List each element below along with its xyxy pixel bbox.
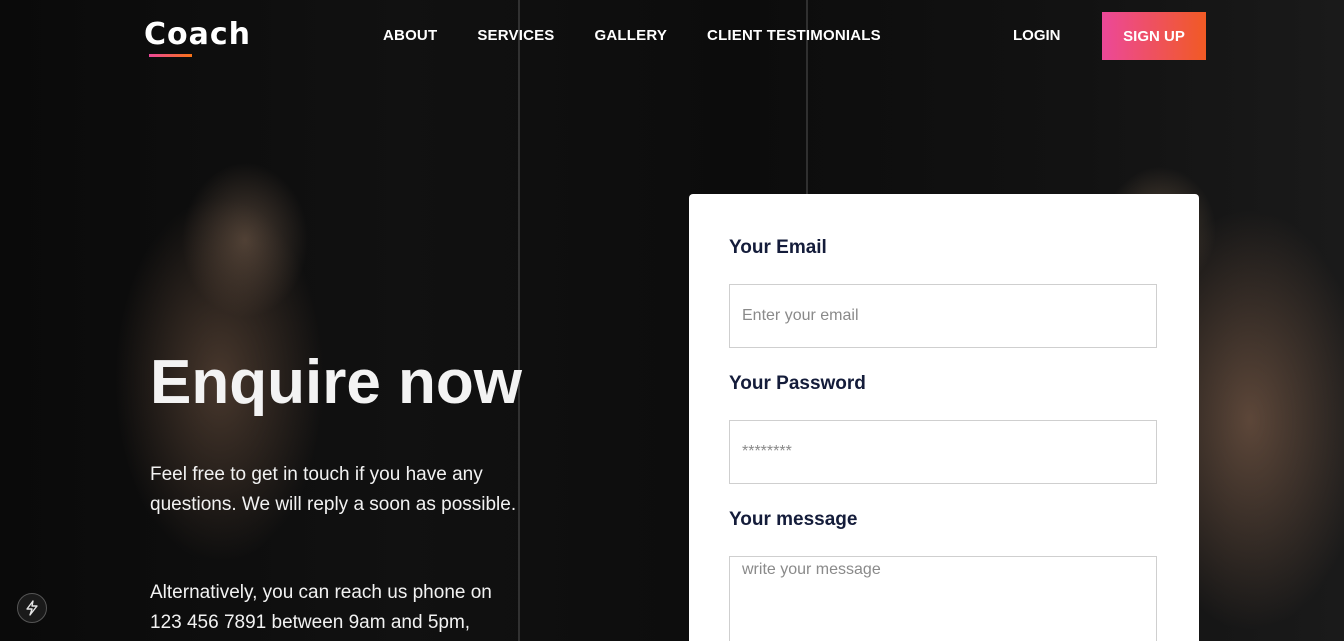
enquiry-form: Your Email Your Password Your message xyxy=(689,194,1199,641)
nav-about[interactable]: ABOUT xyxy=(383,27,437,44)
hero-paragraph: Feel free to get in touch if you have an… xyxy=(150,464,517,515)
nav-client-testimonials[interactable]: CLIENT TESTIMONIALS xyxy=(707,27,881,44)
email-label: Your Email xyxy=(729,237,827,258)
contact-paragraph: Alternatively, you can reach us phone on… xyxy=(150,582,492,633)
logo[interactable]: Coach xyxy=(144,17,251,52)
email-field[interactable] xyxy=(729,284,1157,348)
logo-underline xyxy=(149,54,192,57)
login-link[interactable]: LOGIN xyxy=(1013,27,1061,44)
password-field[interactable] xyxy=(729,420,1157,484)
main-nav: ABOUT SERVICES GALLERY CLIENT TESTIMONIA… xyxy=(383,27,881,44)
password-label: Your Password xyxy=(729,373,866,394)
lightning-icon[interactable] xyxy=(17,593,47,623)
site-header: Coach ABOUT SERVICES GALLERY CLIENT TEST… xyxy=(0,0,1344,72)
message-label: Your message xyxy=(729,509,858,530)
hero-title: Enquire now xyxy=(150,348,522,417)
nav-gallery[interactable]: GALLERY xyxy=(595,27,668,44)
background-pole xyxy=(518,0,520,641)
lightning-icon-glyph xyxy=(26,600,38,616)
page: Coach ABOUT SERVICES GALLERY CLIENT TEST… xyxy=(0,0,1344,641)
nav-services[interactable]: SERVICES xyxy=(477,27,554,44)
message-field[interactable] xyxy=(729,556,1157,641)
signup-button[interactable]: SIGN UP xyxy=(1102,12,1206,60)
